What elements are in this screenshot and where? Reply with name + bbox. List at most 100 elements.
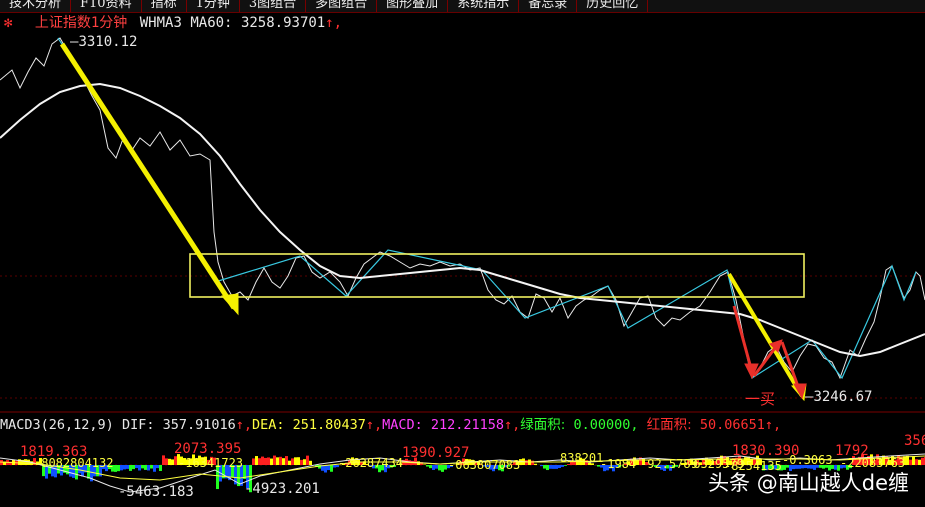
macd-bar	[555, 465, 558, 469]
macd-bar	[153, 465, 156, 472]
macd-bar	[135, 465, 138, 469]
macd-label-yellow-3: -26287434	[338, 456, 404, 470]
macd-bar	[114, 465, 117, 472]
ma-arrow: ↑,	[325, 15, 343, 31]
macd-value: 212.21158	[430, 417, 505, 433]
macd-bar	[423, 464, 426, 465]
macd-bar	[636, 460, 639, 465]
price-high-value: 3310.12	[78, 34, 138, 50]
macd-name: MACD3(26,12,9)	[0, 417, 114, 433]
macd-bar	[267, 457, 270, 465]
ma-label: MA60:	[190, 15, 233, 31]
macd-bar	[324, 465, 327, 473]
macd-bar	[540, 465, 543, 467]
macd-bar	[138, 465, 141, 471]
macd-bar	[444, 465, 447, 470]
bi-line	[57, 37, 917, 380]
macd-bar	[159, 465, 162, 471]
dif-value: 357.91016	[162, 417, 236, 433]
macd-bar	[24, 459, 27, 465]
green-area-label: 绿面积:	[520, 417, 566, 433]
price-low-label: —3246.67	[805, 389, 873, 405]
macd-bar	[291, 458, 294, 465]
macd-bar	[438, 465, 441, 471]
macd-bar	[309, 460, 312, 465]
macd-bar	[117, 465, 120, 472]
macd-bar	[279, 456, 282, 465]
dea-arrow: ↑,	[365, 417, 383, 433]
macd-label-yellow-5: 838201	[560, 451, 604, 465]
red-arrow	[732, 305, 807, 400]
red-area-label: 红面积:	[646, 417, 692, 433]
macd-label-red-6: 356	[904, 433, 925, 449]
macd-bar	[297, 457, 300, 465]
macd-bar	[123, 465, 126, 470]
macd-label-bottom-1: -5463.183	[118, 484, 194, 500]
ma-value: 3258.93701	[240, 15, 326, 31]
macd-bar	[156, 465, 159, 469]
macd-bar	[270, 458, 273, 465]
macd-bar	[426, 465, 429, 467]
macd-bar	[261, 456, 264, 465]
down-arrow-2	[727, 272, 807, 402]
macd-bar	[909, 459, 912, 465]
dea-value: 251.80437	[292, 417, 366, 433]
macd-bar	[288, 460, 291, 465]
down-arrow-1	[59, 42, 239, 316]
watermark: 头条 @南山越人de缠	[708, 471, 909, 495]
red-area-arrow: ↑,	[764, 417, 782, 433]
macd-bar	[165, 458, 168, 465]
indicator-name: WHMA3	[139, 15, 182, 31]
macd-bar	[171, 459, 174, 465]
price-line	[0, 37, 925, 380]
macd-bar	[918, 459, 921, 465]
macd-bar	[129, 465, 132, 471]
buy-signal-label: 一买	[745, 390, 776, 408]
macd-label: MACD:	[382, 417, 423, 433]
macd-bar	[174, 456, 177, 465]
macd-bar	[306, 455, 309, 465]
macd-bar	[912, 456, 915, 465]
header-star-icon: ✻	[4, 15, 13, 31]
macd-bar	[534, 463, 537, 465]
macd-bar	[120, 465, 123, 471]
macd-bar	[546, 465, 549, 471]
macd-bar	[285, 456, 288, 465]
macd-label-yellow-6: -1984	[600, 457, 637, 471]
macd-bar	[333, 465, 336, 468]
macd-bar	[162, 455, 165, 465]
macd-bar	[126, 465, 129, 469]
macd-label-yellow-4: -063807083	[448, 458, 521, 472]
macd-bar	[168, 458, 171, 465]
macd-bar	[273, 455, 276, 465]
macd-bar	[432, 465, 435, 470]
macd-arrow: ↑,	[504, 417, 521, 433]
green-area-value: 0.00000,	[573, 417, 639, 433]
macd-bar	[549, 465, 552, 469]
macd-bar	[282, 458, 285, 465]
macd-bar	[915, 459, 918, 465]
macd-bar	[141, 465, 144, 469]
price-high-label: —3310.12	[70, 34, 138, 50]
macd-bar	[330, 465, 333, 472]
ma60-line	[0, 82, 925, 358]
macd-label-yellow-2: -16341723	[178, 456, 244, 470]
macd-bar	[258, 458, 261, 465]
macd-bar	[132, 465, 135, 470]
dif-label: DIF:	[121, 417, 155, 433]
macd-bar	[429, 465, 432, 469]
macd-bar	[252, 458, 255, 465]
macd-bar	[300, 459, 303, 465]
macd-bar	[921, 457, 924, 465]
macd-bar	[144, 465, 147, 470]
macd-label-yellow-1: -8082804132	[34, 456, 114, 470]
macd-header: MACD3(26,12,9) DIF: 357.91016↑,DEA: 251.…	[0, 417, 781, 433]
macd-bar	[303, 459, 306, 465]
macd-bar	[147, 465, 150, 471]
dif-arrow: ↑,	[235, 417, 253, 433]
macd-bar	[255, 456, 258, 465]
macd-bar	[327, 465, 330, 471]
chart-title: 上证指数1分钟	[34, 15, 128, 31]
macd-bar	[441, 465, 444, 472]
macd-bar	[435, 465, 438, 469]
